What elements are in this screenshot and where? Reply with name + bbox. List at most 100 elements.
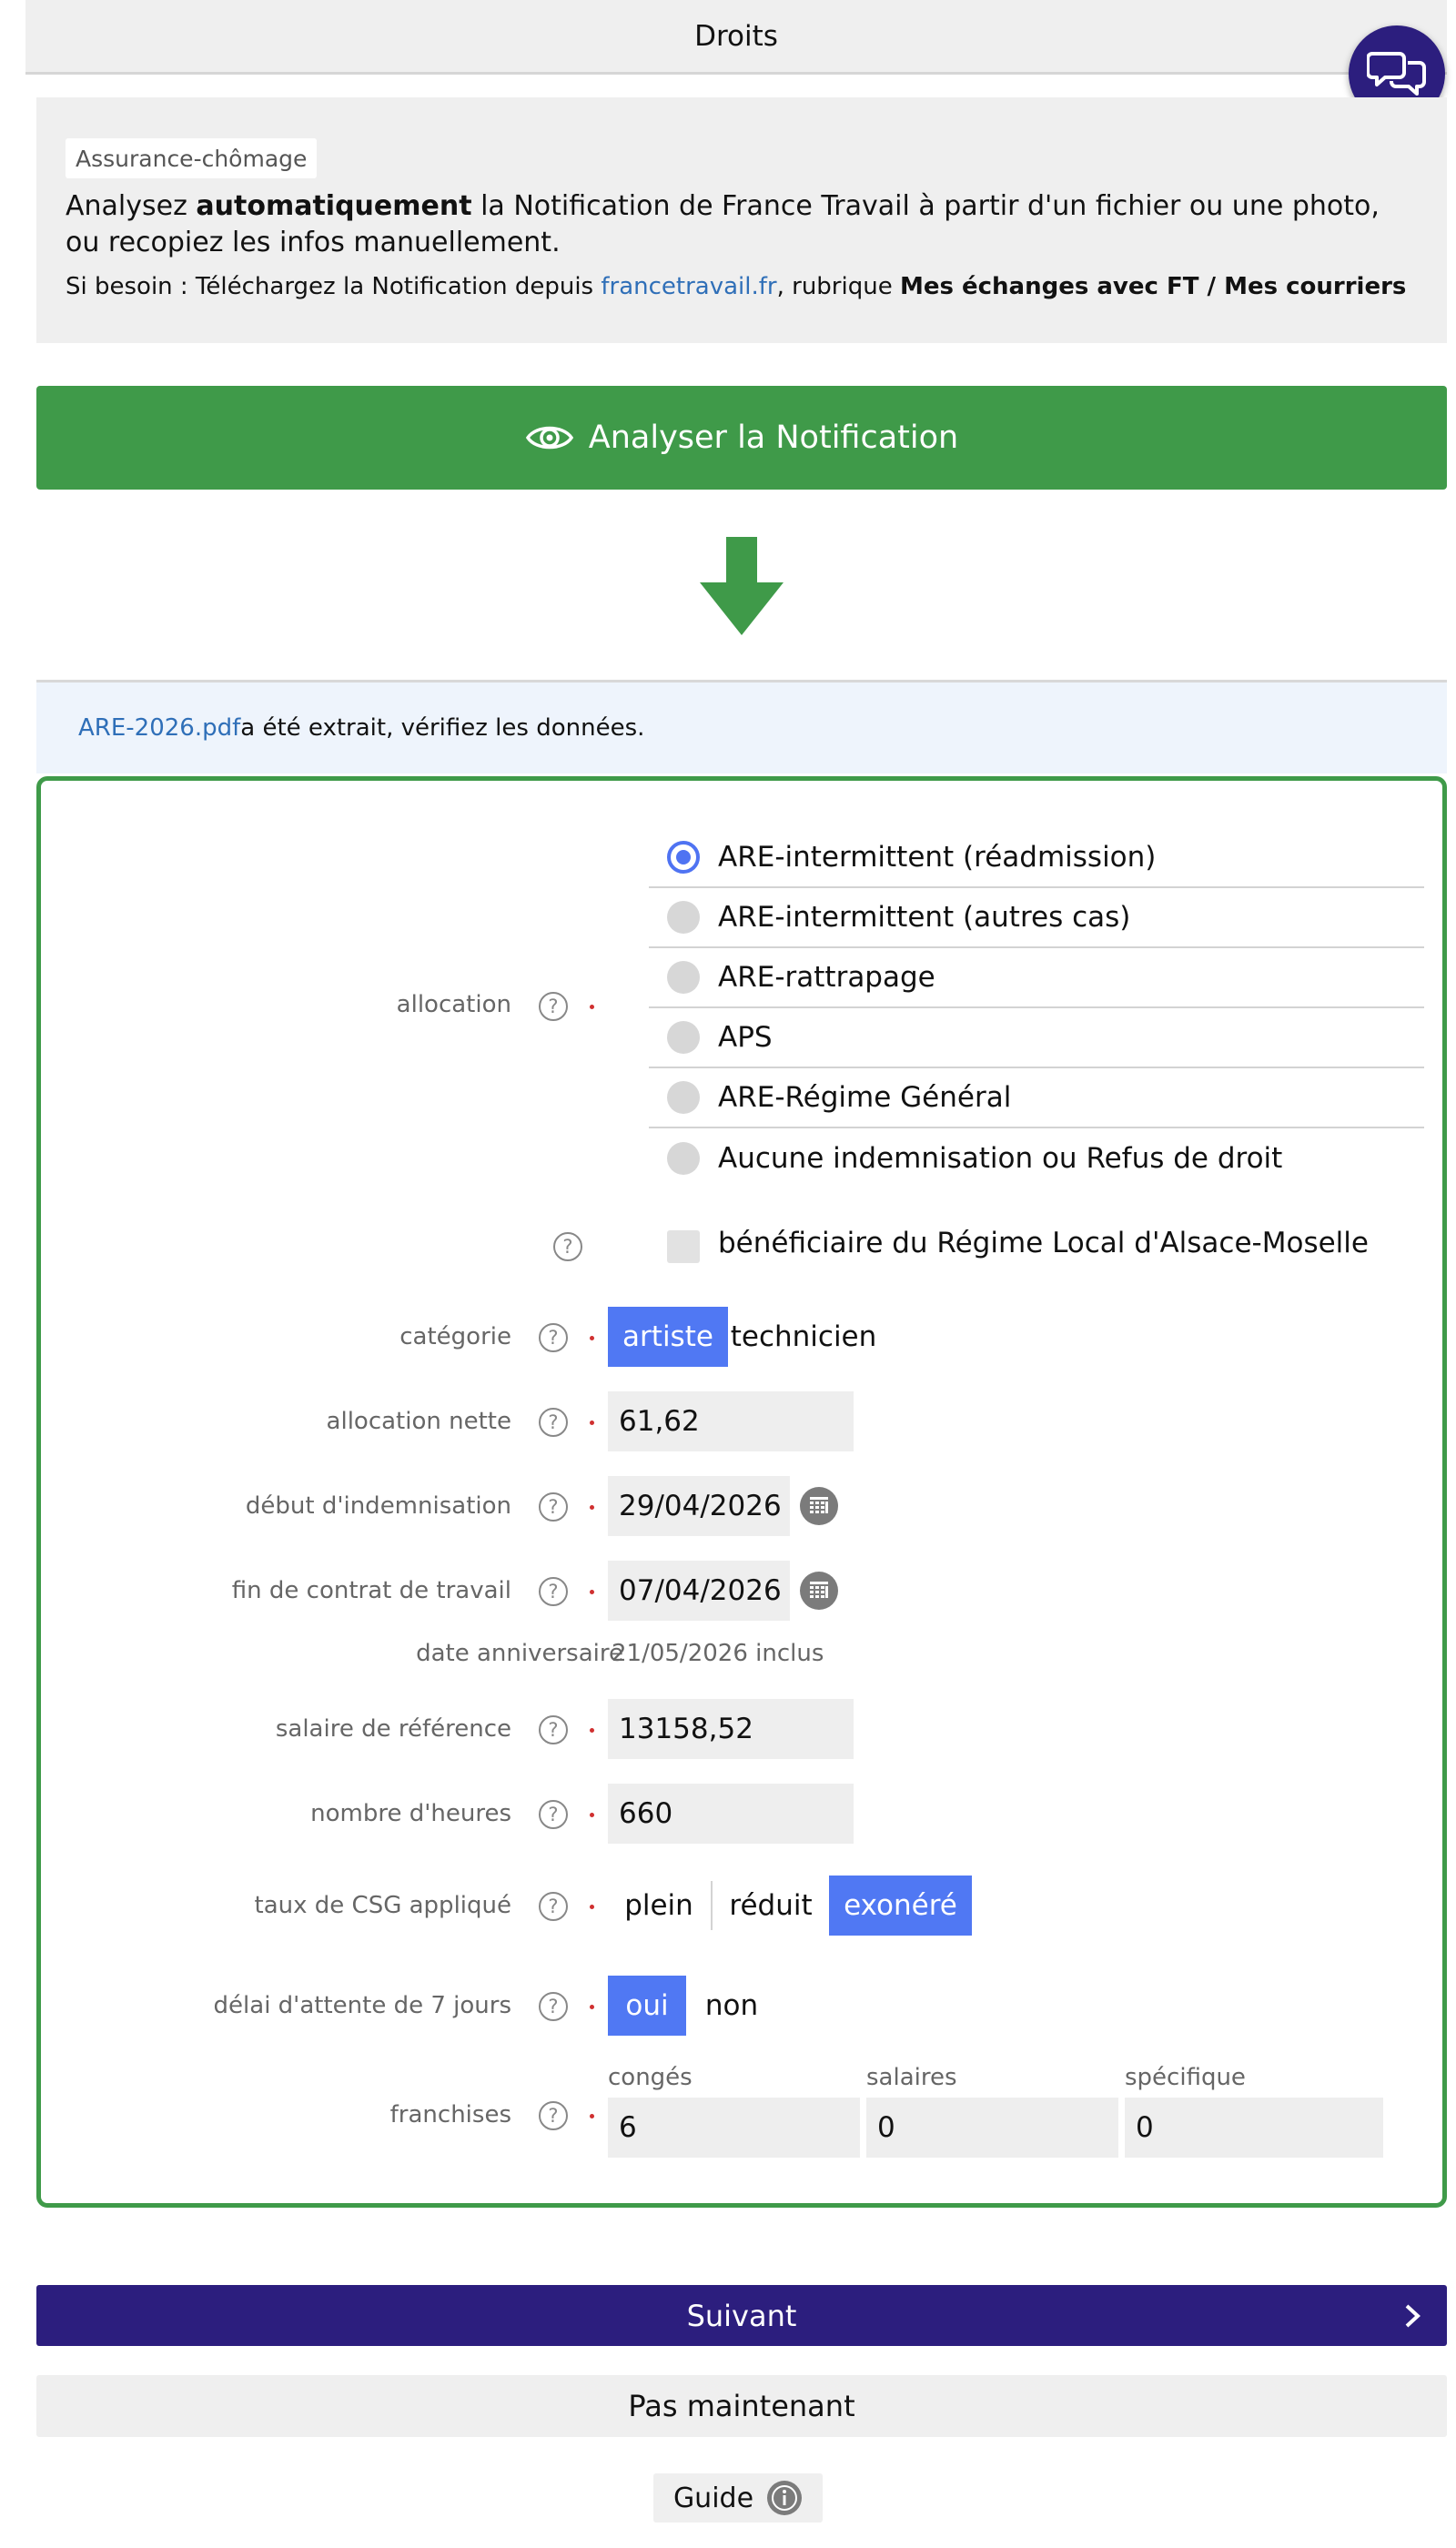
salaire-reference-label: salaire de référence <box>275 1715 511 1743</box>
info-description: Analysez automatiquement la Notification… <box>66 188 1412 261</box>
arrow-down-icon <box>700 537 784 635</box>
date-anniversaire-label: date anniversaire <box>416 1640 623 1667</box>
nombre-heures-input[interactable]: 660 <box>608 1784 854 1844</box>
allocation-option-are-readmission[interactable]: ARE-intermittent (réadmission) <box>649 828 1424 888</box>
categorie-artiste-button[interactable]: artiste <box>608 1307 728 1367</box>
extract-message: a été extrait, vérifiez les données. <box>240 714 645 742</box>
info-tag: Assurance-chômage <box>66 138 318 178</box>
franchises-conges-label: congés <box>608 2064 693 2091</box>
delai-attente-help-icon[interactable]: ? <box>539 1992 568 2021</box>
guide-button[interactable]: Guide <box>653 2473 823 2523</box>
info-hint-prefix: Si besoin : Téléchargez la Notification … <box>66 273 602 300</box>
info-icon <box>767 2481 803 2515</box>
calendar-icon[interactable] <box>800 1487 838 1525</box>
analyze-button-label: Analyser la Notification <box>588 420 959 456</box>
debut-indemnisation-help-icon[interactable]: ? <box>539 1492 568 1522</box>
salaire-reference-help-icon[interactable]: ? <box>539 1715 568 1744</box>
not-now-button[interactable]: Pas maintenant <box>36 2375 1447 2437</box>
allocation-label: allocation <box>396 991 511 1018</box>
delai-non-button[interactable]: non <box>686 1976 777 2036</box>
analyze-notification-button[interactable]: Analyser la Notification <box>36 386 1447 490</box>
allocation-option-aps[interactable]: APS <box>649 1008 1424 1068</box>
radio-unselected[interactable] <box>667 901 700 934</box>
chevron-right-icon <box>1405 2304 1421 2328</box>
categorie-label: catégorie <box>399 1323 511 1350</box>
required-marker <box>590 1728 594 1733</box>
fin-contrat-input[interactable]: 07/04/2026 <box>608 1561 790 1621</box>
delai-attente-label: délai d'attente de 7 jours <box>213 1992 511 2019</box>
allocation-nette-input[interactable]: 61,62 <box>608 1391 854 1451</box>
categorie-help-icon[interactable]: ? <box>539 1323 568 1352</box>
franchises-specifique-label: spécifique <box>1125 2064 1246 2091</box>
fin-contrat-label: fin de contrat de travail <box>231 1577 511 1604</box>
franchises-specifique-input[interactable]: 0 <box>1125 2098 1383 2158</box>
nombre-heures-help-icon[interactable]: ? <box>539 1800 568 1829</box>
csg-help-icon[interactable]: ? <box>539 1892 568 1921</box>
allocation-option-label: Aucune indemnisation ou Refus de droit <box>718 1142 1283 1175</box>
nombre-heures-label: nombre d'heures <box>310 1800 511 1827</box>
allocation-option-label: ARE-rattrapage <box>718 961 935 994</box>
franchises-salaires-label: salaires <box>866 2064 957 2091</box>
required-marker <box>590 2005 594 2009</box>
required-marker <box>590 1813 594 1817</box>
allocation-option-are-autres[interactable]: ARE-intermittent (autres cas) <box>649 888 1424 948</box>
required-marker <box>590 1590 594 1594</box>
franchises-conges-input[interactable]: 6 <box>608 2098 860 2158</box>
allocation-nette-help-icon[interactable]: ? <box>539 1408 568 1437</box>
extracted-file-link[interactable]: ARE-2026.pdf <box>78 714 240 742</box>
debut-indemnisation-input[interactable]: 29/04/2026 <box>608 1476 790 1536</box>
alsace-help-icon[interactable]: ? <box>553 1232 582 1261</box>
chat-bubbles-icon <box>1367 52 1426 96</box>
franchises-label: franchises <box>389 2101 511 2128</box>
page-title: Droits <box>694 19 778 53</box>
radio-unselected[interactable] <box>667 1081 700 1114</box>
info-hint: Si besoin : Téléchargez la Notification … <box>66 270 1431 303</box>
csg-label: taux de CSG appliqué <box>254 1892 511 1919</box>
calendar-icon[interactable] <box>800 1572 838 1610</box>
allocation-option-label: ARE-intermittent (réadmission) <box>718 841 1157 874</box>
allocation-option-label: APS <box>718 1021 773 1054</box>
info-hint-bold: Mes échanges avec FT / Mes courriers <box>899 273 1407 300</box>
radio-unselected[interactable] <box>667 1142 700 1175</box>
csg-plein-button[interactable]: plein <box>608 1876 710 1936</box>
allocation-option-label: ARE-intermittent (autres cas) <box>718 901 1131 934</box>
info-text-prefix: Analysez <box>66 190 197 222</box>
allocation-option-regime-general[interactable]: ARE-Régime Général <box>649 1068 1424 1128</box>
radio-selected[interactable] <box>667 841 700 874</box>
alsace-moselle-label: bénéficiaire du Régime Local d'Alsace-Mo… <box>718 1227 1369 1259</box>
allocation-help-icon[interactable]: ? <box>539 992 568 1021</box>
required-marker <box>590 1505 594 1510</box>
next-button[interactable]: Suivant <box>36 2285 1447 2346</box>
next-button-label: Suivant <box>686 2298 797 2333</box>
required-marker <box>590 1005 594 1009</box>
alsace-moselle-checkbox[interactable] <box>667 1230 700 1263</box>
required-marker <box>590 1336 594 1340</box>
debut-indemnisation-label: début d'indemnisation <box>245 1492 511 1520</box>
page-header: Droits <box>25 0 1447 75</box>
info-hint-mid: , rubrique <box>776 273 900 300</box>
radio-unselected[interactable] <box>667 961 700 994</box>
salaire-reference-input[interactable]: 13158,52 <box>608 1699 854 1759</box>
radio-unselected[interactable] <box>667 1021 700 1054</box>
allocation-option-are-rattrapage[interactable]: ARE-rattrapage <box>649 948 1424 1008</box>
date-anniversaire-value: 21/05/2026 inclus <box>612 1640 824 1667</box>
info-panel: Assurance-chômage Analysez automatiqueme… <box>36 97 1447 343</box>
required-marker <box>590 1905 594 1909</box>
eye-icon <box>525 426 573 450</box>
csg-exonere-button[interactable]: exonéré <box>829 1876 972 1936</box>
franchises-help-icon[interactable]: ? <box>539 2101 568 2130</box>
csg-reduit-button[interactable]: réduit <box>713 1876 829 1936</box>
franchises-salaires-input[interactable]: 0 <box>866 2098 1118 2158</box>
categorie-technicien-button[interactable]: technicien <box>728 1307 879 1367</box>
allocation-option-label: ARE-Régime Général <box>718 1081 1012 1114</box>
allocation-option-aucune[interactable]: Aucune indemnisation ou Refus de droit <box>649 1128 1424 1188</box>
not-now-label: Pas maintenant <box>628 2389 855 2423</box>
allocation-nette-label: allocation nette <box>326 1408 511 1435</box>
delai-oui-button[interactable]: oui <box>608 1976 686 2036</box>
fin-contrat-help-icon[interactable]: ? <box>539 1577 568 1606</box>
francetravail-link[interactable]: francetravail.fr <box>601 273 776 300</box>
required-marker <box>590 2114 594 2118</box>
required-marker <box>590 1421 594 1425</box>
notification-form: allocation ? ARE-intermittent (réadmissi… <box>36 776 1447 2208</box>
info-text-bold: automatiquement <box>196 190 472 222</box>
